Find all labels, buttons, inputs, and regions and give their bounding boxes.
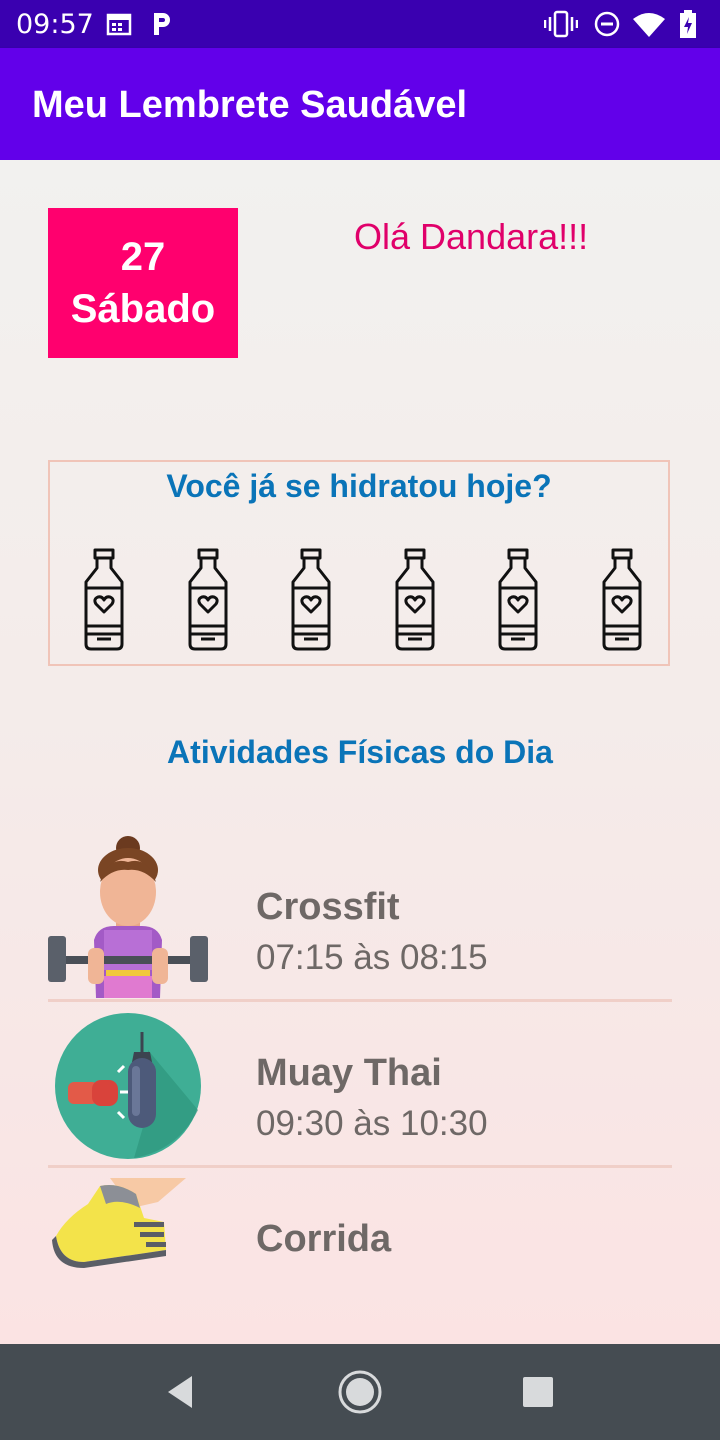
date-card: 27 Sábado xyxy=(48,208,238,358)
activities-heading: Atividades Físicas do Dia xyxy=(167,734,553,770)
water-bottle-icon[interactable] xyxy=(184,548,232,652)
activity-time: 07:15 às 08:15 xyxy=(256,938,488,977)
status-bar: 09:57 xyxy=(0,0,720,48)
bottle-row xyxy=(80,548,646,652)
recents-icon[interactable] xyxy=(514,1368,562,1416)
calendar-icon xyxy=(106,13,132,36)
water-bottle-icon[interactable] xyxy=(287,548,335,652)
home-icon[interactable] xyxy=(336,1368,384,1416)
activity-item-muay-thai[interactable]: Muay Thai 09:30 às 10:30 xyxy=(48,1002,672,1168)
hydration-question: Você já se hidratou hoje? xyxy=(166,468,552,504)
boxing-bag-icon xyxy=(55,1013,201,1159)
activity-item-corrida[interactable]: Corrida xyxy=(48,1168,672,1334)
wifi-icon xyxy=(633,13,665,37)
date-weekday: Sábado xyxy=(70,287,216,331)
hydration-card: Você já se hidratou hoje? xyxy=(48,460,670,666)
running-shoe-icon xyxy=(52,1178,186,1268)
parking-p-icon xyxy=(154,13,170,35)
activity-time: 09:30 às 10:30 xyxy=(256,1104,488,1143)
water-bottle-icon[interactable] xyxy=(494,548,542,652)
date-day: 27 xyxy=(120,235,166,279)
activity-item-crossfit[interactable]: Crossfit 07:15 às 08:15 xyxy=(48,836,672,1002)
activity-name: Muay Thai xyxy=(256,1052,442,1094)
app-bar: Meu Lembrete Saudável xyxy=(0,48,720,160)
water-bottle-icon[interactable] xyxy=(598,548,646,652)
status-time: 09:57 xyxy=(16,9,94,40)
activity-name: Crossfit xyxy=(256,886,400,928)
weightlifter-woman-icon xyxy=(48,836,208,998)
water-bottle-icon[interactable] xyxy=(80,548,128,652)
vibrate-icon xyxy=(544,10,578,38)
back-icon[interactable] xyxy=(156,1368,204,1416)
navigation-bar xyxy=(0,1344,720,1440)
app-title: Meu Lembrete Saudável xyxy=(32,84,468,126)
main-content: 27 Sábado Olá Dandara!!! Você já se hidr… xyxy=(0,160,720,1344)
water-bottle-icon[interactable] xyxy=(391,548,439,652)
do-not-disturb-icon xyxy=(594,11,620,37)
greeting-text: Olá Dandara!!! xyxy=(354,216,589,257)
activity-name: Corrida xyxy=(256,1218,392,1260)
battery-charging-icon xyxy=(680,10,696,38)
